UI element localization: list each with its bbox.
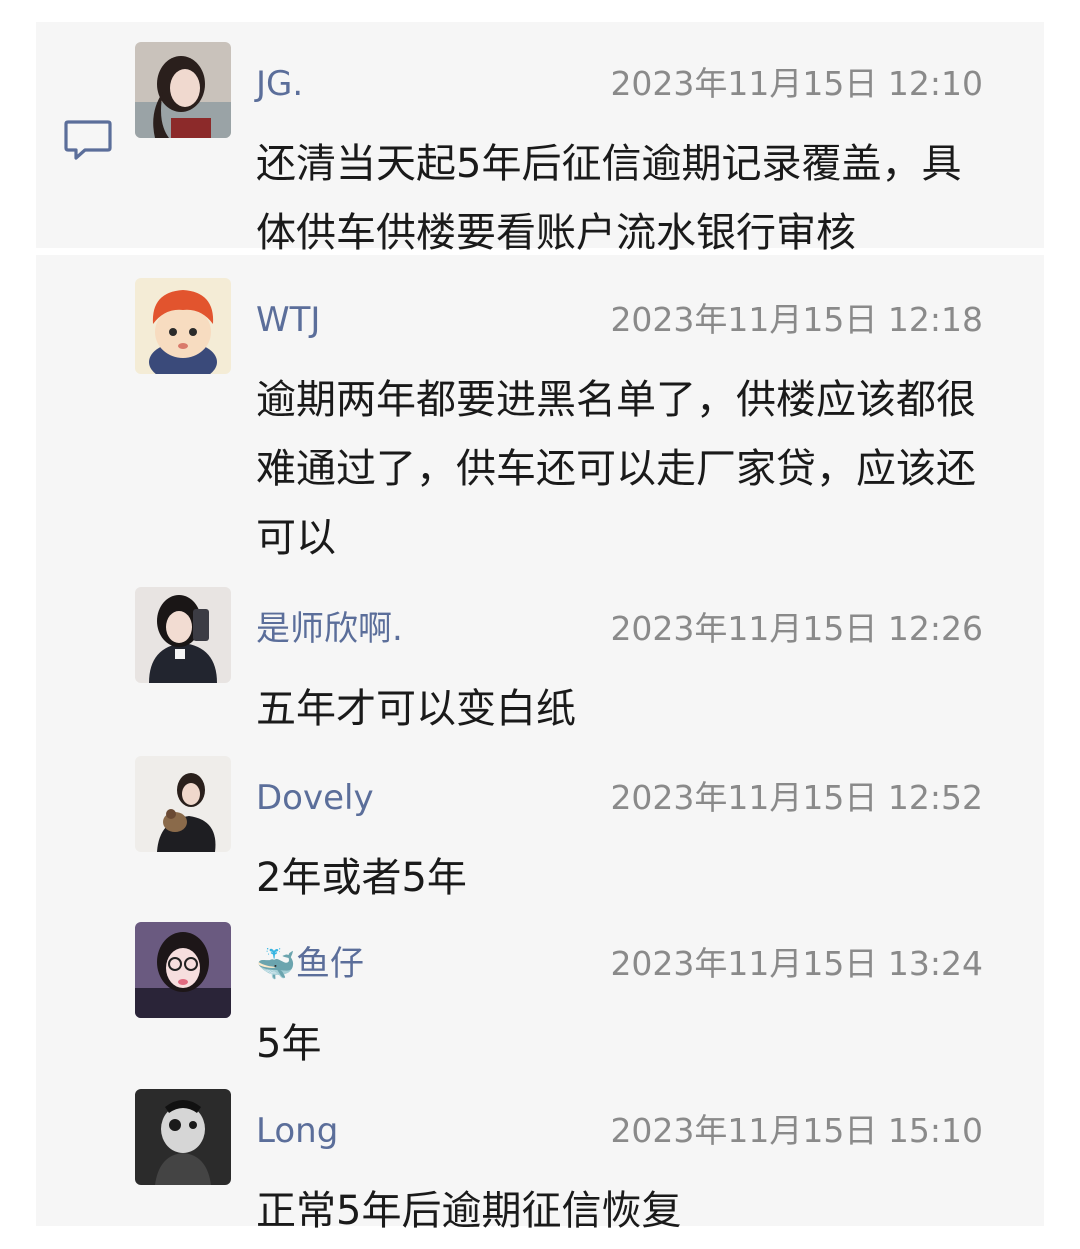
avatar[interactable] — [135, 587, 231, 683]
commenter-name-text: 鱼仔 — [295, 944, 364, 984]
comment-time: 2023年11月15日 12:26 — [610, 609, 983, 648]
comment-text: 还清当天起5年后征信逾期记录覆盖，具体供车供楼要看账户流水银行审核 — [256, 141, 962, 256]
comment-text: 5年 — [256, 1021, 322, 1067]
comment-text: 五年才可以变白纸 — [256, 686, 576, 732]
commenter-name[interactable]: WTJ — [256, 298, 320, 342]
commenter-name[interactable]: Long — [256, 1109, 338, 1153]
avatar[interactable] — [135, 278, 231, 374]
avatar[interactable] — [135, 1089, 231, 1185]
avatar[interactable] — [135, 922, 231, 1018]
comment-time: 2023年11月15日 13:24 — [610, 944, 983, 983]
avatar[interactable] — [135, 42, 231, 138]
whale-emoji: 🐳 — [256, 945, 296, 983]
comment-text: 2年或者5年 — [256, 855, 467, 901]
comment-time: 2023年11月15日 12:18 — [610, 300, 983, 339]
comment-time: 2023年11月15日 12:10 — [610, 64, 983, 103]
avatar[interactable] — [135, 756, 231, 852]
commenter-name[interactable]: 🐳鱼仔 — [256, 942, 364, 986]
comment-time: 2023年11月15日 12:52 — [610, 778, 983, 817]
commenter-name[interactable]: 是师欣啊. — [256, 607, 403, 651]
comment-time: 2023年11月15日 15:10 — [610, 1111, 983, 1150]
commenter-name[interactable]: Dovely — [256, 776, 374, 820]
comment-bubble-icon[interactable] — [63, 118, 113, 162]
commenter-name[interactable]: JG. — [256, 62, 303, 106]
comment-text: 正常5年后逾期征信恢复 — [256, 1188, 682, 1234]
comment-text: 逾期两年都要进黑名单了，供楼应该都很难通过了，供车还可以走厂家贷，应该还可以 — [256, 377, 976, 561]
